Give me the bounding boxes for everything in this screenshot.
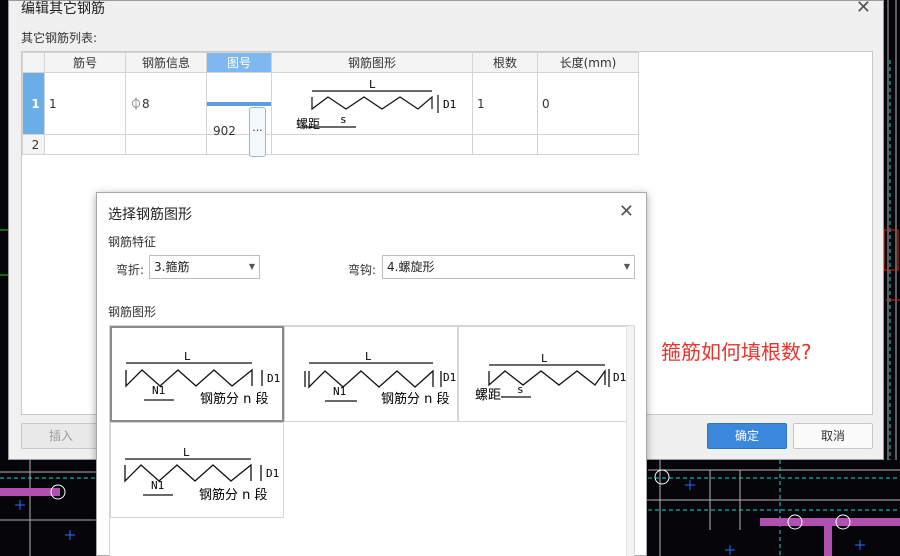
- bar-no-cell[interactable]: [44, 134, 126, 155]
- spiral-shape-icon: L D1 螺距 s: [475, 352, 626, 403]
- length-label: L: [541, 352, 548, 365]
- n1-label: N1: [333, 385, 346, 398]
- info-cell[interactable]: ⏀8: [125, 72, 207, 135]
- browse-shape-button[interactable]: ···: [249, 106, 266, 157]
- n1-label: N1: [151, 479, 164, 492]
- diameter-label: D1: [443, 371, 456, 384]
- close-icon[interactable]: ✕: [856, 0, 871, 18]
- diameter-label: D1: [267, 372, 280, 385]
- table-row[interactable]: 2: [22, 134, 639, 155]
- bend-label: 弯折:: [116, 263, 145, 277]
- diameter-label: D1: [266, 467, 279, 480]
- hook-label: 弯钩:: [348, 263, 377, 277]
- shape-grid-scrollbar[interactable]: [626, 326, 634, 556]
- question-annotation: 箍筋如何填根数?: [661, 340, 812, 364]
- pitch-label: 螺距: [296, 117, 320, 131]
- column-header-info[interactable]: 钢筋信息: [125, 52, 207, 73]
- column-header-length[interactable]: 长度(mm): [537, 52, 639, 73]
- hook-select[interactable]: 4.螺旋形 ▼: [382, 255, 635, 279]
- length-label: L: [183, 446, 190, 459]
- rebar-list-label: 其它钢筋列表:: [21, 31, 98, 45]
- shape-cell[interactable]: L D1 螺距 s: [271, 72, 473, 135]
- shape-option[interactable]: L D1 螺距 s: [458, 326, 628, 422]
- spiral-segment-shape-icon: L D1 N1 钢筋分 n 段: [125, 350, 280, 407]
- row-number-header: [22, 52, 45, 73]
- bend-select[interactable]: 3.箍筋 ▼: [149, 255, 260, 279]
- shape-no-editor[interactable]: 902 ···: [207, 101, 271, 157]
- shape-cell[interactable]: [271, 134, 473, 155]
- pitch-label: 螺距: [475, 388, 501, 403]
- n1-label: N1: [152, 384, 165, 397]
- insert-button[interactable]: 插入: [21, 423, 101, 449]
- shape-section-label: 钢筋图形: [108, 305, 157, 319]
- count-cell[interactable]: [472, 134, 538, 155]
- hook-select-value: 4.螺旋形: [387, 260, 435, 274]
- info-cell[interactable]: [125, 134, 207, 155]
- pitch-s-label: s: [517, 383, 524, 396]
- spiral-shape-thumbnail: L D1 螺距 s: [296, 78, 456, 131]
- column-header-bar-no[interactable]: 筋号: [44, 52, 126, 73]
- select-shape-dialog: 选择钢筋图形 ✕ 钢筋特征 弯折: 3.箍筋 ▼ 弯钩: 4.螺旋形 ▼ 钢筋图…: [96, 192, 647, 556]
- cancel-button[interactable]: 取消: [793, 423, 873, 449]
- table-header-row: 筋号 钢筋信息 图号 钢筋图形 根数 长度(mm): [22, 52, 639, 73]
- table-row[interactable]: 1 1 ⏀8 902 ··· L D1 螺距 s 1 0: [22, 72, 639, 157]
- chevron-down-icon: ▼: [623, 262, 630, 271]
- length-label: L: [369, 78, 376, 91]
- row-number[interactable]: 1: [22, 72, 45, 135]
- segments-label: 钢筋分 n 段: [199, 487, 268, 503]
- length-cell[interactable]: 0: [537, 72, 639, 135]
- shape-no-cell[interactable]: 902 ···: [206, 72, 272, 157]
- shape-option[interactable]: L D1 N1 钢筋分 n 段: [110, 326, 284, 422]
- feature-section-label: 钢筋特征: [108, 235, 157, 249]
- column-header-shape-no[interactable]: 图号: [206, 52, 272, 73]
- ok-button[interactable]: 确定: [707, 423, 787, 449]
- count-cell[interactable]: 1: [472, 72, 538, 135]
- length-label: L: [365, 350, 372, 363]
- segments-label: 钢筋分 n 段: [381, 391, 450, 407]
- segments-label: 钢筋分 n 段: [200, 391, 269, 407]
- column-header-count[interactable]: 根数: [472, 52, 538, 73]
- diameter-label: D1: [443, 98, 456, 111]
- diameter-label: D1: [613, 371, 626, 384]
- length-label: L: [184, 350, 191, 363]
- dialog-title: 编辑其它钢筋: [21, 1, 105, 17]
- chevron-down-icon: ▼: [248, 262, 255, 271]
- shape-option[interactable]: L D1 N1 钢筋分 n 段: [110, 422, 284, 518]
- bend-select-value: 3.箍筋: [154, 260, 190, 274]
- pitch-s-label: s: [340, 113, 347, 126]
- spiral-segment-shape-icon: L D1 N1 钢筋分 n 段: [304, 350, 456, 407]
- modal-title: 选择钢筋图形: [108, 207, 192, 223]
- close-icon[interactable]: ✕: [619, 201, 634, 222]
- shape-no-value[interactable]: 902: [213, 124, 236, 138]
- row-number[interactable]: 2: [22, 134, 45, 155]
- length-cell[interactable]: [537, 134, 639, 155]
- shape-grid: L D1 N1 钢筋分 n 段 L D1 N1 钢筋分 n 段 L D1 螺距 …: [109, 325, 635, 556]
- bar-no-cell[interactable]: 1: [44, 72, 126, 135]
- spiral-segment-shape-icon: L D1 N1 钢筋分 n 段: [124, 446, 279, 503]
- column-header-shape[interactable]: 钢筋图形: [271, 52, 473, 73]
- shape-option[interactable]: L D1 N1 钢筋分 n 段: [284, 326, 458, 422]
